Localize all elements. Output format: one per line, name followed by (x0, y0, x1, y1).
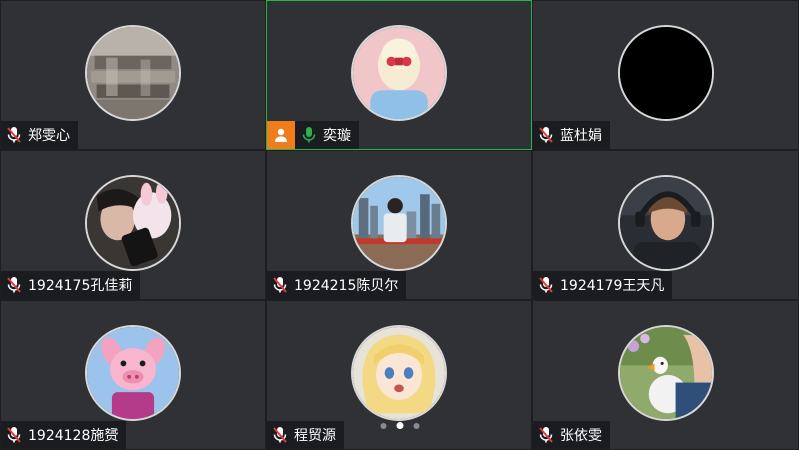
participant-tile[interactable]: 1924128施赟 (0, 300, 266, 450)
name-bar: 郑雯心 (1, 121, 78, 149)
participant-name: 1924128施赟 (28, 428, 119, 444)
host-person-icon (267, 121, 295, 149)
participant-name: 1924215陈贝尔 (294, 278, 399, 294)
page-indicator[interactable] (380, 422, 420, 429)
avatar (85, 175, 181, 271)
participant-tile[interactable]: 蓝杜娟 (532, 0, 799, 150)
name-bar: 1924175孔佳莉 (1, 271, 141, 299)
participant-name: 1924175孔佳莉 (28, 278, 133, 294)
name-bar: 蓝杜娟 (533, 121, 610, 149)
page-dot-current[interactable] (396, 422, 404, 429)
avatar (617, 25, 714, 121)
page-dot[interactable] (413, 422, 420, 429)
avatar (351, 175, 447, 271)
mic-muted-icon[interactable] (538, 126, 554, 144)
name-bar: 1924215陈贝尔 (267, 271, 407, 299)
participant-name: 蓝杜娟 (560, 128, 602, 144)
name-bar: 1924179王天凡 (533, 271, 673, 299)
participant-tile[interactable]: 1924175孔佳莉 (0, 150, 266, 300)
participant-tile[interactable]: 郑雯心 (0, 0, 266, 150)
mic-muted-icon[interactable] (538, 276, 554, 294)
name-bar: 1924128施赟 (1, 421, 127, 449)
mic-icon[interactable] (301, 126, 317, 144)
avatar (85, 325, 181, 421)
participant-tile[interactable]: 1924179王天凡 (532, 150, 799, 300)
mic-muted-icon[interactable] (538, 426, 554, 444)
participant-tile[interactable]: 1924215陈贝尔 (266, 150, 532, 300)
mic-muted-icon[interactable] (6, 276, 22, 294)
mic-muted-icon[interactable] (272, 276, 288, 294)
participant-name: 郑雯心 (28, 128, 70, 144)
mic-muted-icon[interactable] (6, 426, 22, 444)
video-grid: 郑雯心 奕璇 蓝杜娟 1924175孔佳莉 1924215陈贝尔 1924179… (0, 0, 799, 450)
avatar (617, 325, 714, 421)
name-bar: 奕璇 (267, 121, 359, 149)
participant-name: 张依雯 (560, 428, 602, 444)
participant-tile-active[interactable]: 奕璇 (266, 0, 532, 150)
avatar (351, 325, 447, 421)
participant-name: 1924179王天凡 (560, 278, 665, 294)
participant-name: 程贸源 (294, 428, 336, 444)
mic-muted-icon[interactable] (6, 126, 22, 144)
avatar (85, 25, 181, 121)
name-bar: 程贸源 (267, 421, 344, 449)
mic-muted-icon[interactable] (272, 426, 288, 444)
page-dot[interactable] (380, 422, 387, 429)
participant-name: 奕璇 (323, 128, 351, 144)
name-bar: 张依雯 (533, 421, 610, 449)
avatar (351, 25, 447, 121)
avatar (617, 175, 714, 271)
participant-tile[interactable]: 张依雯 (532, 300, 799, 450)
